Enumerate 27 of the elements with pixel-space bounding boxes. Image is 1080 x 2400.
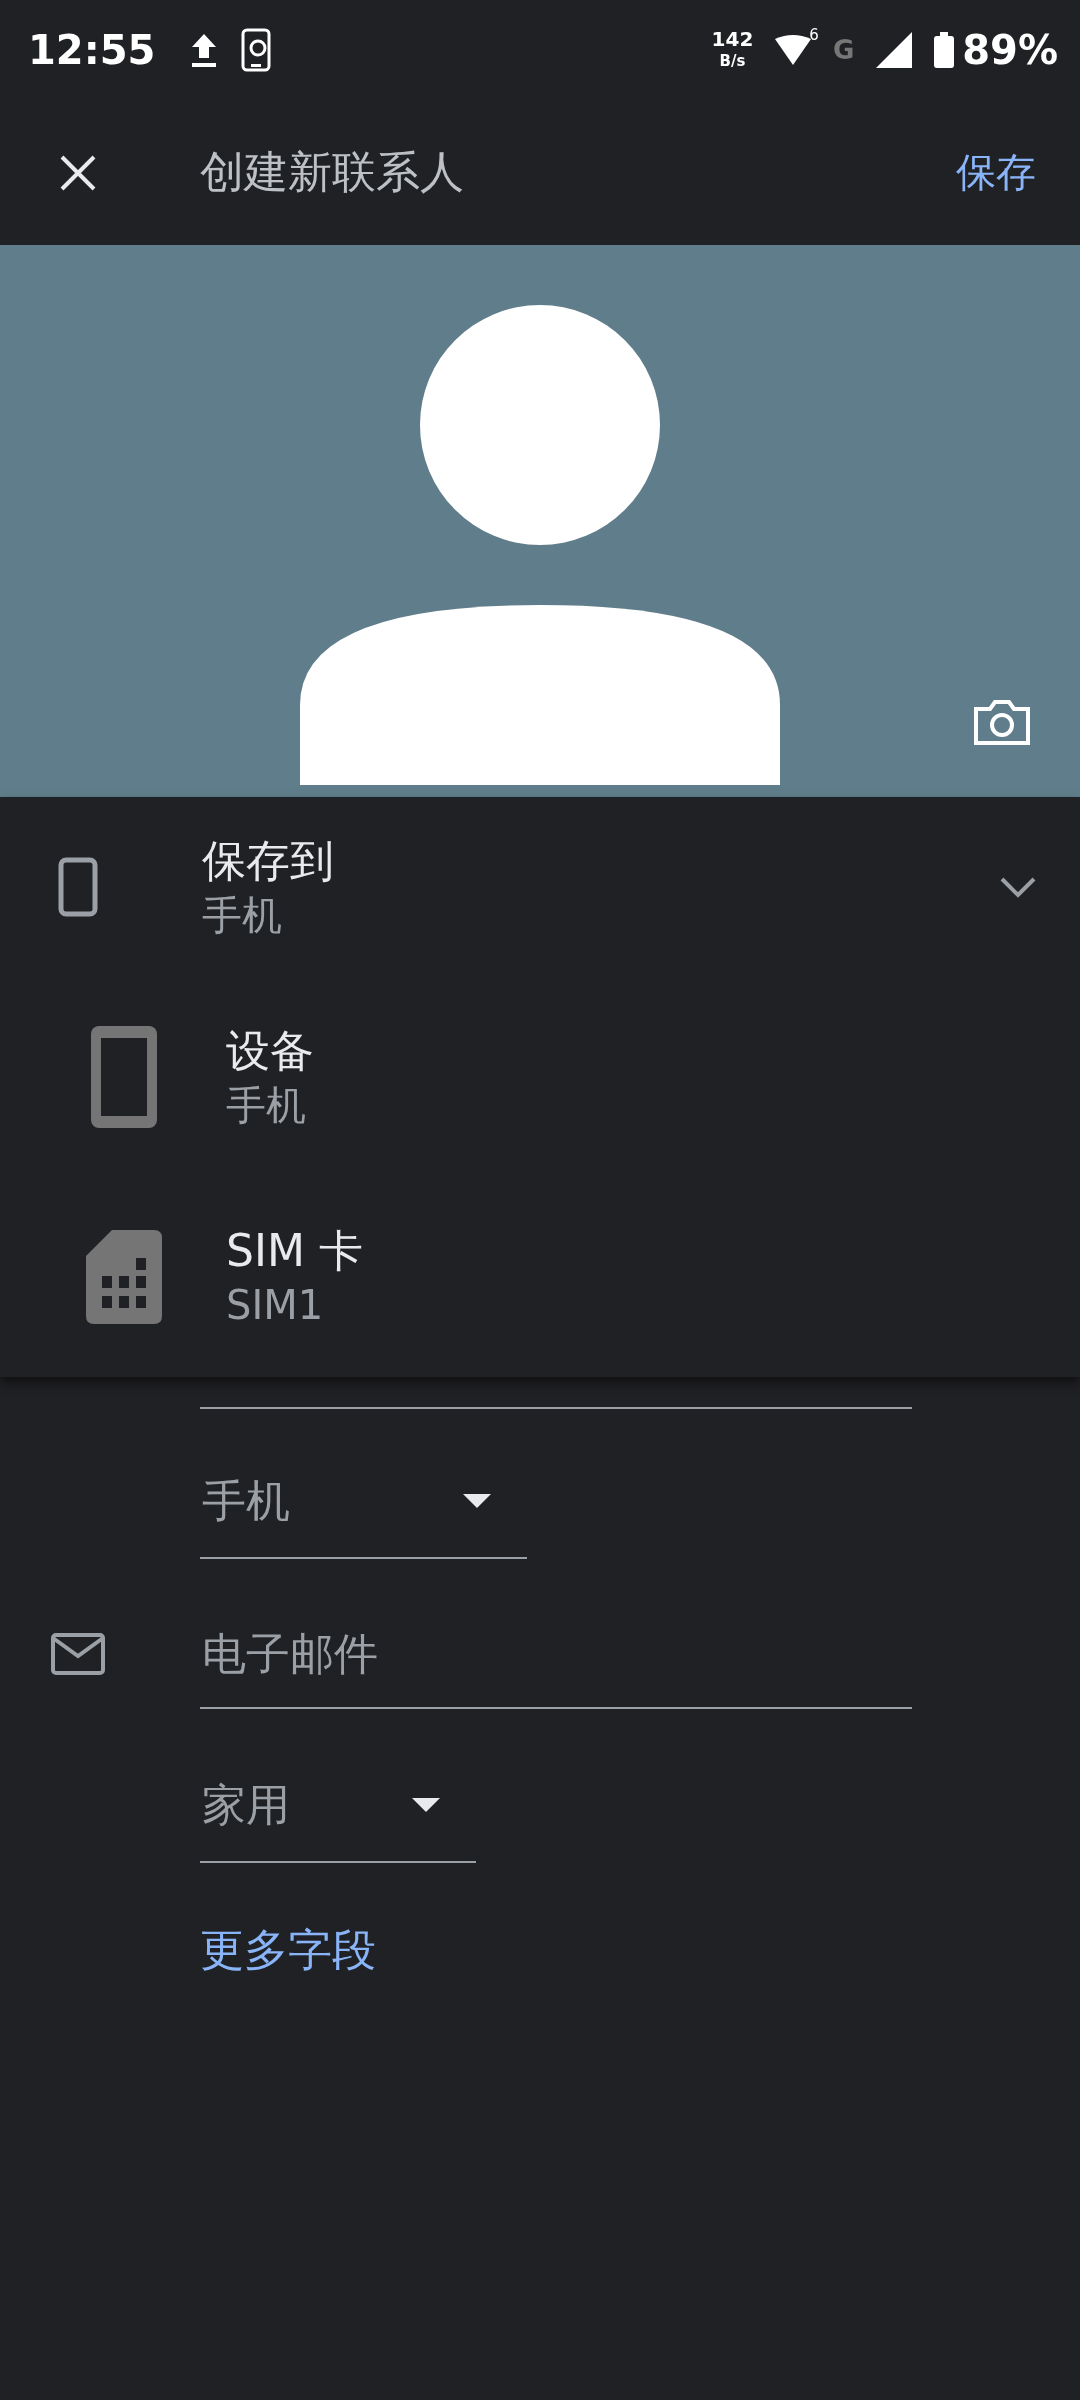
battery-percent: 89% (962, 27, 1058, 73)
speed-value: 142 (711, 28, 754, 50)
save-to-selector[interactable]: 保存到 手机 (0, 797, 1080, 977)
wifi-generation-label: 6 (809, 26, 819, 44)
more-fields-link[interactable]: 更多字段 (200, 1921, 376, 1980)
wifi-icon (775, 35, 812, 65)
battery-icon (934, 32, 955, 68)
chevron-down-icon (998, 875, 1038, 899)
phone-icon (58, 857, 98, 917)
screen-title: 创建新联系人 (200, 145, 465, 199)
account-option[interactable]: SIM 卡 SIM1 (0, 1177, 1080, 1377)
avatar-icon (300, 305, 780, 785)
camera-button[interactable] (972, 697, 1032, 747)
email-icon (50, 1632, 106, 1676)
status-time: 12:55 (28, 27, 156, 73)
network-type: G (832, 35, 855, 65)
sim-card-icon (86, 1230, 162, 1324)
save-button[interactable]: 保存 (956, 145, 1036, 200)
phone-type-dropdown[interactable]: 手机 (200, 1445, 527, 1559)
email-field[interactable]: 电子邮件 (200, 1599, 912, 1709)
email-type-dropdown[interactable]: 家用 (200, 1749, 476, 1863)
dropdown-arrow-icon (412, 1798, 440, 1812)
signal-icon (876, 32, 913, 68)
speed-unit: B/s (719, 51, 746, 72)
account-option[interactable]: 设备 手机 (0, 977, 1080, 1177)
phone-sync-icon (241, 28, 274, 72)
dropdown-arrow-icon (463, 1494, 491, 1508)
